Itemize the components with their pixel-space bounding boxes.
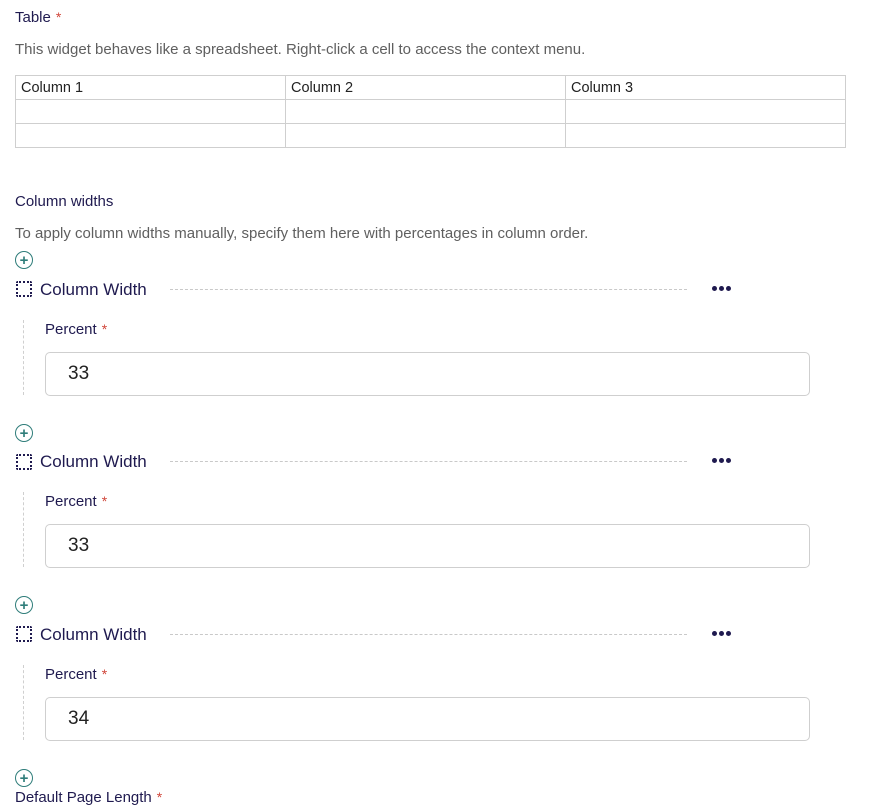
required-mark: * bbox=[101, 321, 108, 337]
add-item-button[interactable]: + bbox=[15, 251, 33, 269]
default-page-length-text: Default Page Length bbox=[15, 789, 152, 806]
percent-label: Percent * bbox=[45, 493, 107, 510]
item-title[interactable]: Column Width bbox=[40, 625, 147, 645]
plus-circle-icon: + bbox=[19, 424, 29, 442]
add-item-button[interactable]: + bbox=[15, 424, 33, 442]
required-mark: * bbox=[55, 9, 62, 25]
table-cell[interactable] bbox=[285, 123, 566, 148]
required-mark: * bbox=[101, 666, 108, 682]
percent-label-text: Percent bbox=[45, 321, 97, 338]
percent-input[interactable]: 33 bbox=[45, 352, 810, 396]
table-cell[interactable] bbox=[565, 123, 846, 148]
item-menu-button[interactable] bbox=[712, 458, 731, 463]
percent-input[interactable]: 34 bbox=[45, 697, 810, 741]
item-title[interactable]: Column Width bbox=[40, 452, 147, 472]
more-horizontal-icon bbox=[712, 458, 717, 463]
percent-label-text: Percent bbox=[45, 493, 97, 510]
item-menu-button[interactable] bbox=[712, 631, 731, 636]
nesting-line bbox=[23, 320, 24, 395]
percent-input[interactable]: 33 bbox=[45, 524, 810, 568]
table-label-text: Table bbox=[15, 9, 51, 26]
add-item-button[interactable]: + bbox=[15, 769, 33, 787]
table-cell[interactable] bbox=[285, 99, 566, 124]
required-mark: * bbox=[156, 789, 163, 805]
table-cell[interactable] bbox=[15, 123, 286, 148]
default-page-length-label: Default Page Length * bbox=[15, 789, 162, 806]
table-row bbox=[15, 123, 846, 148]
table-cell[interactable]: Column 2 bbox=[285, 75, 566, 100]
nesting-line bbox=[23, 665, 24, 740]
column-widths-label: Column widths bbox=[15, 193, 114, 210]
drag-handle-icon[interactable] bbox=[16, 281, 32, 297]
percent-label-text: Percent bbox=[45, 666, 97, 683]
divider bbox=[170, 461, 687, 462]
divider bbox=[170, 289, 687, 290]
table-header-row: Column 1 Column 2 Column 3 bbox=[15, 75, 846, 100]
table-label: Table * bbox=[15, 9, 61, 26]
more-horizontal-icon bbox=[712, 631, 717, 636]
column-widths-help-text: To apply column widths manually, specify… bbox=[15, 225, 589, 242]
plus-circle-icon: + bbox=[19, 596, 29, 614]
table-cell[interactable]: Column 3 bbox=[565, 75, 846, 100]
more-horizontal-icon bbox=[712, 286, 717, 291]
table-cell[interactable] bbox=[565, 99, 846, 124]
table-cell[interactable] bbox=[15, 99, 286, 124]
table-cell[interactable]: Column 1 bbox=[15, 75, 286, 100]
spreadsheet-table[interactable]: Column 1 Column 2 Column 3 bbox=[15, 75, 846, 148]
plus-circle-icon: + bbox=[19, 769, 29, 787]
item-title[interactable]: Column Width bbox=[40, 280, 147, 300]
table-help-text: This widget behaves like a spreadsheet. … bbox=[15, 41, 586, 58]
percent-label: Percent * bbox=[45, 321, 107, 338]
percent-label: Percent * bbox=[45, 666, 107, 683]
drag-handle-icon[interactable] bbox=[16, 626, 32, 642]
required-mark: * bbox=[101, 493, 108, 509]
item-menu-button[interactable] bbox=[712, 286, 731, 291]
add-item-button[interactable]: + bbox=[15, 596, 33, 614]
divider bbox=[170, 634, 687, 635]
nesting-line bbox=[23, 492, 24, 567]
drag-handle-icon[interactable] bbox=[16, 454, 32, 470]
plus-circle-icon: + bbox=[19, 251, 29, 269]
table-row bbox=[15, 99, 846, 124]
